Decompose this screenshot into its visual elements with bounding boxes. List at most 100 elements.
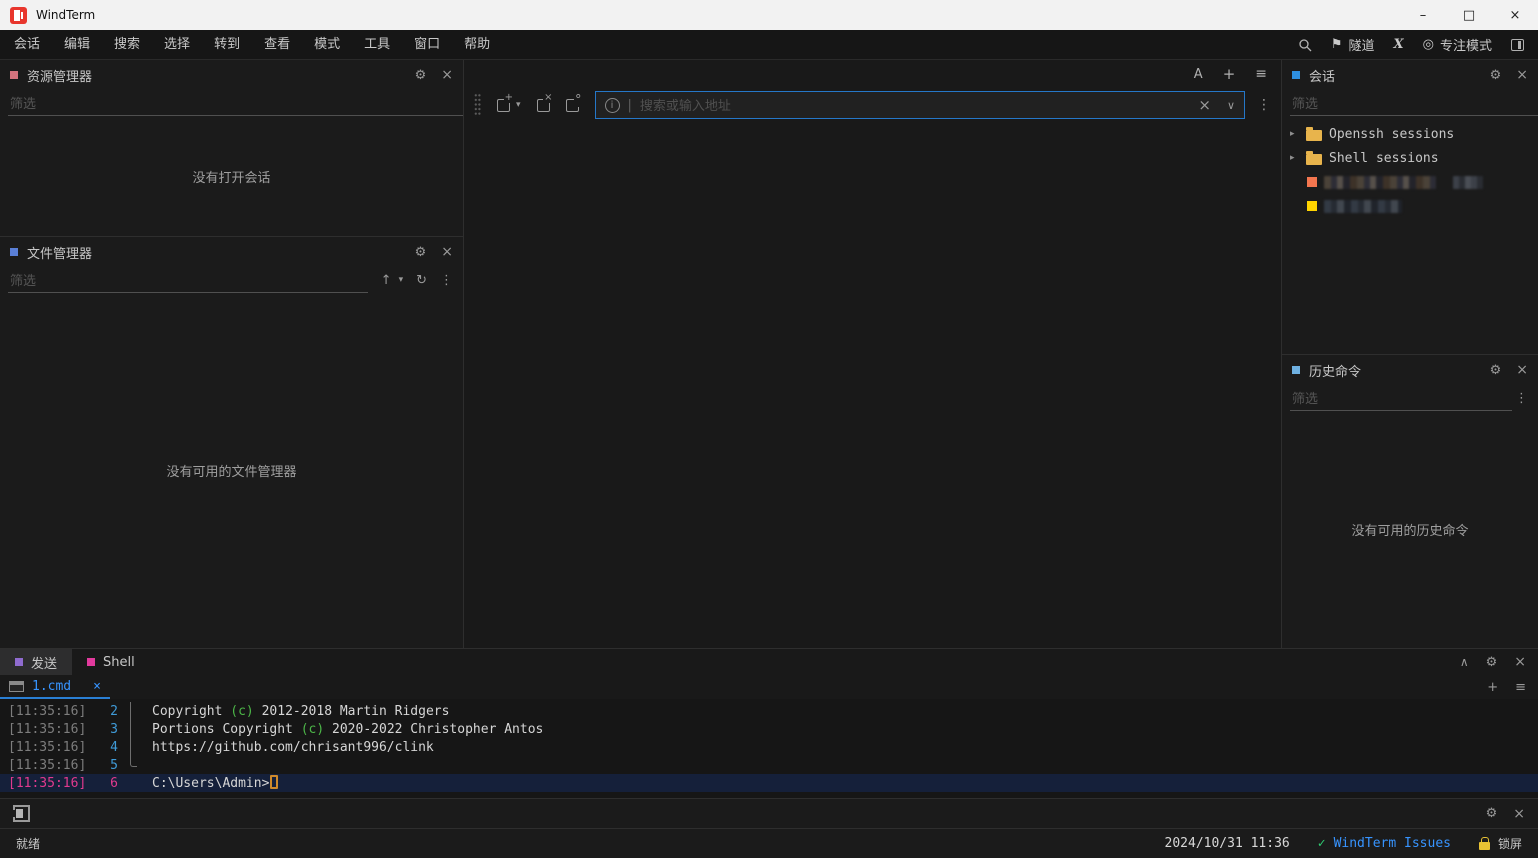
gear-icon[interactable]: ⚙ (1486, 655, 1498, 670)
history-empty-text: 没有可用的历史命令 (1282, 411, 1538, 648)
menu-item-tools[interactable]: 工具 (352, 30, 402, 59)
drag-handle[interactable] (474, 93, 481, 117)
menu-item-session[interactable]: 会话 (2, 30, 52, 59)
tab-shell[interactable]: Shell (72, 649, 150, 675)
menu-item-view[interactable]: 查看 (252, 30, 302, 59)
chevron-down-icon[interactable]: ▾ (399, 275, 404, 285)
session-type-icon (1307, 177, 1317, 187)
folder-icon (1306, 130, 1322, 141)
terminal-text: Copyright (c) 2012-2018 Martin Ridgers (146, 704, 449, 719)
more-dots-icon[interactable]: ⋮ (1515, 391, 1528, 406)
collapse-icon[interactable]: ∧ (1460, 655, 1469, 669)
issues-label: WindTerm Issues (1334, 836, 1451, 851)
session-type-icon (1307, 201, 1317, 211)
close-icon[interactable]: × (1513, 807, 1525, 821)
address-bar[interactable]: i | × ∨ (595, 91, 1245, 119)
tab-1cmd[interactable]: 1.cmd × (0, 675, 110, 699)
menu-item-select[interactable]: 选择 (152, 30, 202, 59)
tree-item-openssh-sessions[interactable]: ▸ Openssh sessions (1282, 122, 1538, 146)
layout-icon[interactable] (1511, 39, 1524, 51)
close-tab-icon[interactable] (537, 99, 550, 112)
gear-icon[interactable]: ⚙ (415, 245, 427, 260)
lock-label: 锁屏 (1498, 835, 1522, 852)
windterm-window: WindTerm – □ × 会话 编辑 搜索 选择 转到 查看 模式 工具 窗… (0, 0, 1538, 858)
tree-item-redacted-session[interactable] (1282, 170, 1538, 194)
windterm-issues-link[interactable]: ✓ WindTerm Issues (1318, 836, 1451, 851)
search-icon[interactable] (1298, 38, 1312, 52)
maximize-button[interactable]: □ (1446, 0, 1492, 30)
terminal-line-number: 3 (80, 722, 118, 737)
address-input[interactable] (640, 98, 1190, 113)
terminal-tabs-actions: + ≡ (1487, 680, 1538, 695)
clear-icon[interactable]: × (1198, 96, 1211, 114)
terminal-line-number: 5 (80, 758, 118, 773)
gear-icon[interactable]: ⚙ (1490, 68, 1502, 83)
output-block-end-indicator (126, 756, 146, 774)
up-arrow-icon[interactable]: ↑ (381, 273, 392, 288)
tunnel-button[interactable]: ⚑ 隧道 (1331, 35, 1375, 54)
chevron-right-icon[interactable]: ▸ (1290, 129, 1299, 139)
sessions-panel-title: 会话 (1309, 66, 1335, 85)
new-tab-dropdown-icon[interactable]: ▾ (516, 100, 521, 110)
center-top-toolbar: A + ≡ (464, 60, 1281, 88)
collapsed-pane-strip: ⚙ × (0, 798, 1538, 828)
file-manager-filter-input[interactable] (10, 273, 130, 288)
chevron-down-icon[interactable]: ∨ (1227, 99, 1235, 112)
refresh-icon[interactable]: ↻ (416, 273, 427, 288)
x-engine-button[interactable]: X (1394, 37, 1404, 52)
focus-mode-button[interactable]: ◎ 专注模式 (1423, 35, 1492, 54)
font-icon[interactable]: A (1194, 67, 1203, 82)
history-filter-input[interactable] (1292, 391, 1412, 406)
terminal-output[interactable]: [11:35:16] 2 Copyright (c) 2012-2018 Mar… (0, 699, 1538, 798)
gear-icon[interactable]: ⚙ (415, 68, 427, 83)
close-icon[interactable]: × (1514, 655, 1526, 669)
file-manager-filter-row: ↑ ▾ ↻ ⋮ (0, 267, 463, 293)
more-dots-icon[interactable]: ⋮ (440, 273, 453, 288)
output-block-indicator (126, 720, 146, 738)
tree-item-redacted-session[interactable] (1282, 194, 1538, 218)
sessions-panel-icon (1292, 71, 1300, 79)
tab-action-icons: ▾ (497, 99, 579, 112)
gear-icon[interactable]: ⚙ (1490, 363, 1502, 378)
chevron-right-icon[interactable]: ▸ (1290, 153, 1299, 163)
info-icon[interactable]: i (605, 98, 620, 113)
close-button[interactable]: × (1492, 0, 1538, 30)
menu-item-search[interactable]: 搜索 (102, 30, 152, 59)
terminal-timestamp: [11:35:16] (0, 722, 80, 737)
sessions-panel: 会话 ⚙ × ▸ Openssh sessions (1282, 60, 1538, 355)
explorer-filter-input[interactable] (10, 96, 130, 111)
status-bar: 就绪 2024/10/31 11:36 ✓ WindTerm Issues 锁屏 (0, 828, 1538, 858)
close-icon[interactable]: × (441, 245, 453, 259)
sessions-filter-row (1282, 90, 1538, 116)
close-icon[interactable]: × (441, 68, 453, 82)
hamburger-menu-icon[interactable]: ≡ (1255, 66, 1267, 82)
reopen-tab-icon[interactable] (566, 99, 579, 112)
menu-item-edit[interactable]: 编辑 (52, 30, 102, 59)
menu-item-help[interactable]: 帮助 (452, 30, 502, 59)
hamburger-menu-icon[interactable]: ≡ (1515, 680, 1526, 695)
more-dots-icon[interactable]: ⋮ (1257, 97, 1271, 113)
tree-item-shell-sessions[interactable]: ▸ Shell sessions (1282, 146, 1538, 170)
minimize-button[interactable]: – (1400, 0, 1446, 30)
add-icon[interactable]: + (1487, 680, 1498, 695)
folder-icon (1306, 154, 1322, 165)
flag-icon: ⚑ (1331, 37, 1343, 52)
gear-icon[interactable]: ⚙ (1486, 806, 1498, 821)
terminal-timestamp: [11:35:16] (0, 740, 80, 755)
sessions-filter-input[interactable] (1292, 96, 1412, 111)
close-icon[interactable]: × (1516, 363, 1528, 377)
menu-items: 会话 编辑 搜索 选择 转到 查看 模式 工具 窗口 帮助 (2, 30, 502, 59)
terminal-line-number: 2 (80, 704, 118, 719)
status-datetime: 2024/10/31 11:36 (1165, 836, 1290, 851)
tab-send[interactable]: 发送 (0, 649, 72, 675)
close-icon[interactable]: × (93, 679, 101, 694)
close-icon[interactable]: × (1516, 68, 1528, 82)
lock-screen-button[interactable]: 锁屏 (1479, 835, 1522, 852)
windterm-outline-icon[interactable] (13, 805, 30, 822)
menu-item-goto[interactable]: 转到 (202, 30, 252, 59)
tab-shell-label: Shell (103, 655, 135, 670)
menu-item-window[interactable]: 窗口 (402, 30, 452, 59)
menu-item-mode[interactable]: 模式 (302, 30, 352, 59)
add-icon[interactable]: + (1223, 65, 1236, 83)
new-tab-icon[interactable] (497, 99, 510, 112)
